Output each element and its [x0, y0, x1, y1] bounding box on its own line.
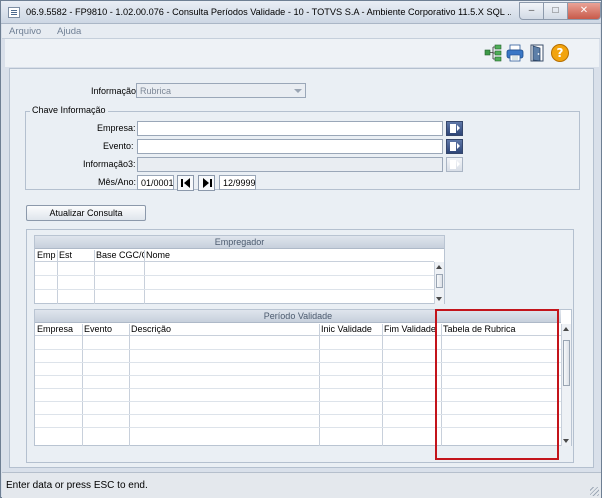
status-text: Enter data or press ESC to end. — [6, 480, 148, 491]
maximize-button[interactable]: □ — [543, 2, 568, 20]
menu-arquivo[interactable]: Arquivo — [9, 26, 41, 37]
menu-ajuda[interactable]: Ajuda — [57, 26, 81, 37]
scroll-down-icon[interactable] — [563, 439, 569, 443]
tree-icon[interactable] — [483, 43, 503, 63]
help-glyph: ? — [557, 46, 564, 60]
empresa-label: Empresa: — [97, 123, 136, 133]
empresa-field[interactable] — [137, 121, 443, 136]
exit-door-icon[interactable] — [528, 43, 548, 63]
status-bar: Enter data or press ESC to end. — [2, 472, 601, 498]
column-header-fim-validade[interactable]: Fim Validade — [382, 324, 441, 336]
atualizar-consulta-button[interactable]: Atualizar Consulta — [26, 205, 146, 221]
column-header-nome[interactable]: Nome — [144, 250, 434, 262]
column-header-est[interactable]: Est — [57, 250, 94, 262]
mesano-end-field[interactable]: 12/9999 — [219, 175, 256, 190]
minimize-button[interactable]: – — [519, 2, 544, 20]
chevron-down-icon — [294, 89, 302, 93]
app-window-icon — [8, 7, 20, 18]
informacao-select[interactable]: Rubrica — [136, 83, 306, 98]
empregador-grid[interactable]: Empregador Emp Est Base CGC/CPF Nome — [34, 235, 445, 304]
evento-lookup-button[interactable] — [446, 139, 463, 154]
column-header-empresa[interactable]: Empresa — [35, 324, 82, 336]
scroll-up-icon[interactable] — [436, 265, 442, 269]
application-window: 06.9.5582 - FP9810 - 1.02.00.076 - Consu… — [0, 0, 602, 498]
mesano-label: Mês/Ano: — [98, 177, 137, 187]
scroll-thumb[interactable] — [563, 340, 570, 386]
scroll-thumb[interactable] — [436, 274, 443, 288]
column-header-descricao[interactable]: Descrição — [129, 324, 319, 336]
last-period-button[interactable] — [198, 175, 215, 191]
empregador-scrollbar[interactable] — [434, 262, 444, 304]
tabela-rubrica-highlight — [435, 309, 559, 460]
informacao-value: Rubrica — [140, 86, 172, 96]
close-button[interactable]: ✕ — [567, 2, 601, 20]
chave-informacao-group: Chave Informação Empresa: Evento: Inform… — [25, 105, 580, 191]
empresa-lookup-button[interactable] — [446, 121, 463, 136]
toolbar: ? — [5, 39, 599, 67]
group-title: Chave Informação — [30, 105, 108, 115]
print-icon[interactable] — [505, 43, 525, 63]
informacao3-label: Informação3: — [83, 159, 136, 169]
window-title: 06.9.5582 - FP9810 - 1.02.00.076 - Consu… — [26, 7, 511, 17]
informacao3-field[interactable] — [137, 157, 443, 172]
column-header-inic-validade[interactable]: Inic Validade — [319, 324, 382, 336]
help-icon[interactable]: ? — [550, 43, 570, 63]
informacao-label: Informação: — [91, 86, 139, 96]
column-header-base-cgc[interactable]: Base CGC/CPF — [94, 250, 144, 262]
column-header-emp[interactable]: Emp — [35, 250, 57, 262]
scroll-down-icon[interactable] — [436, 297, 442, 301]
evento-field[interactable] — [137, 139, 443, 154]
informacao3-lookup-button[interactable] — [446, 157, 463, 172]
mesano-start-field[interactable]: 01/0001 — [137, 175, 174, 190]
evento-label: Evento: — [103, 141, 134, 151]
scroll-up-icon[interactable] — [563, 327, 569, 331]
column-header-evento[interactable]: Evento — [82, 324, 129, 336]
resize-grip-icon[interactable] — [590, 487, 599, 496]
periodo-scrollbar[interactable] — [561, 324, 571, 446]
menu-bar: Arquivo Ajuda — [2, 24, 600, 39]
empregador-grid-caption: Empregador — [35, 236, 444, 249]
first-period-button[interactable] — [177, 175, 194, 191]
title-bar[interactable]: 06.9.5582 - FP9810 - 1.02.00.076 - Consu… — [1, 1, 601, 24]
